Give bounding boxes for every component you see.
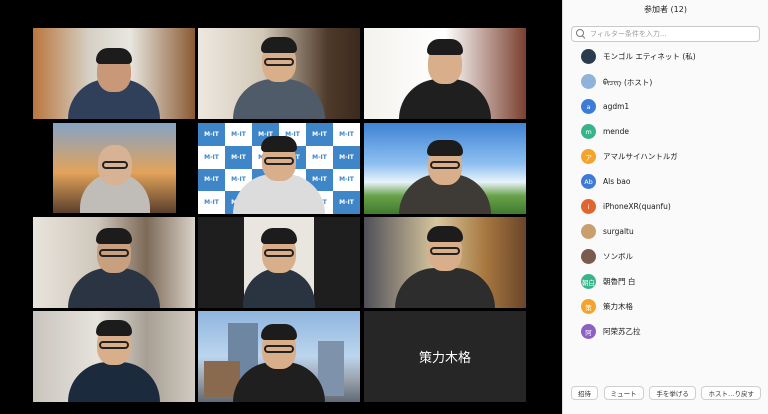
participant-name: iPhoneXR(quanfu)	[603, 202, 671, 211]
avatar	[581, 74, 596, 89]
avatar: m	[581, 124, 596, 139]
participant-row[interactable]: 策策力木格	[563, 294, 768, 319]
logo-text: M-IT	[198, 168, 225, 192]
avatar: a	[581, 99, 596, 114]
video-tile[interactable]	[33, 311, 195, 402]
participant-row[interactable]: ᠪᠢᠴᠢᠭ (ホスト)	[563, 69, 768, 94]
participant-row[interactable]: Ab Als bao	[563, 169, 768, 194]
video-tile-active-speaker[interactable]	[198, 311, 360, 402]
video-tile[interactable]	[364, 123, 526, 214]
participant-row[interactable]: ソンボル	[563, 244, 768, 269]
participant-name: ソンボル	[603, 252, 633, 261]
participant-row[interactable]: 朝白 朝魯門 白	[563, 269, 768, 294]
participant-row[interactable]: アアマルサイハントルガ	[563, 144, 768, 169]
participant-row[interactable]: i iPhoneXR(quanfu)	[563, 194, 768, 219]
participant-name-label: 策力木格	[364, 311, 526, 402]
participant-list: モンゴル エティネット (私) ᠪᠢᠴᠢᠭ (ホスト) a agdm1 m mende アア…	[563, 44, 768, 344]
participant-row[interactable]: m mende	[563, 119, 768, 144]
video-tile[interactable]	[33, 217, 195, 308]
logo-text: M-IT	[333, 145, 360, 169]
invite-button[interactable]: 招待	[571, 386, 598, 400]
search-icon	[576, 29, 586, 39]
logo-text: M-IT	[198, 145, 225, 169]
video-tile[interactable]	[33, 28, 195, 119]
filter-input[interactable]	[590, 30, 750, 38]
logo-text: M-IT	[333, 123, 360, 146]
participant-name: ᠪᠢᠴᠢᠭ (ホスト)	[603, 78, 653, 87]
logo-text: M-IT	[225, 123, 252, 146]
avatar: 策	[581, 299, 596, 314]
participant-filter[interactable]	[571, 26, 760, 42]
avatar: 朝白	[581, 274, 596, 289]
participant-name: モンゴル エティネット (私)	[603, 52, 696, 61]
participant-row[interactable]: 阿阿荣苏乙拉	[563, 319, 768, 344]
logo-text: M-IT	[306, 145, 333, 169]
panel-footer: 招待 ミュート 手を挙げる ホスト…り戻す	[571, 386, 761, 400]
video-tile[interactable]: M-IT M-IT M-IT M-IT M-IT M-IT M-IT M-IT M-IT M-IT…	[198, 123, 360, 214]
logo-text: M-IT	[198, 191, 225, 214]
participant-name: agdm1	[603, 102, 630, 111]
logo-text: M-IT	[225, 145, 252, 169]
avatar	[581, 224, 596, 239]
video-tile-name-only[interactable]: 策力木格	[364, 311, 526, 402]
logo-text: M-IT	[198, 123, 225, 146]
video-gallery: M-IT M-IT M-IT M-IT M-IT M-IT M-IT M-IT M-IT M-IT…	[0, 0, 562, 414]
avatar: i	[581, 199, 596, 214]
video-tile[interactable]	[364, 217, 526, 308]
panel-title: 参加者 (12)	[644, 5, 687, 14]
participant-name: 朝魯門 白	[603, 277, 636, 286]
avatar: 阿	[581, 324, 596, 339]
participants-panel: 参加者 (12) モンゴル エティネット (私) ᠪᠢᠴᠢᠭ (ホスト) aagdm…	[562, 0, 768, 414]
logo-text: M-IT	[333, 191, 360, 214]
avatar	[581, 249, 596, 264]
mute-all-button[interactable]: ミュート	[603, 386, 644, 400]
participant-name: surgaltu	[603, 227, 634, 236]
avatar: Ab	[581, 174, 596, 189]
video-tile[interactable]	[198, 28, 360, 119]
video-tile[interactable]	[364, 28, 526, 119]
reclaim-host-button[interactable]: ホスト…り戻す	[701, 386, 761, 400]
logo-text: M-IT	[306, 123, 333, 146]
video-tile[interactable]	[53, 123, 176, 213]
participant-row[interactable]: a agdm1	[563, 94, 768, 119]
participant-name: アマルサイハントルガ	[603, 152, 678, 161]
logo-text: M-IT	[333, 168, 360, 192]
participant-name: 策力木格	[603, 302, 633, 311]
participant-name: Als bao	[603, 177, 631, 186]
participant-name: mende	[603, 127, 630, 136]
avatar: ア	[581, 149, 596, 164]
participant-row[interactable]: surgaltu	[563, 219, 768, 244]
raise-hand-button[interactable]: 手を挙げる	[649, 386, 696, 400]
participant-name: 阿荣苏乙拉	[603, 327, 641, 336]
video-tile[interactable]	[198, 217, 360, 308]
avatar	[581, 49, 596, 64]
participant-row[interactable]: モンゴル エティネット (私)	[563, 44, 768, 69]
